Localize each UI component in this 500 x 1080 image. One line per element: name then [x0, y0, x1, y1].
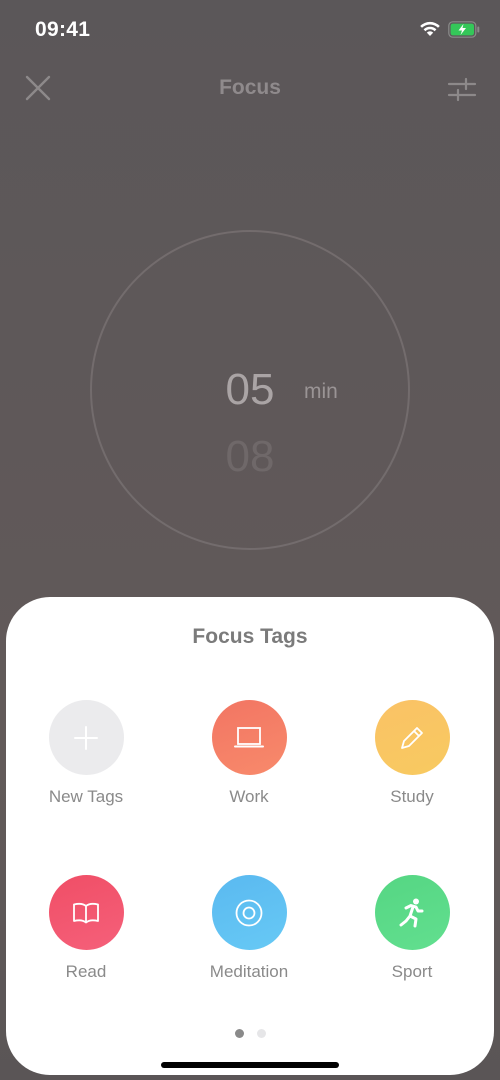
home-indicator[interactable]	[161, 1062, 339, 1068]
tag-new-tags[interactable]: New Tags	[11, 700, 161, 807]
sliders-icon	[447, 77, 477, 102]
tag-circle	[48, 700, 124, 775]
tag-study[interactable]: Study	[337, 700, 487, 807]
nav-bar: Focus	[0, 60, 500, 116]
status-bar: 09:41	[0, 0, 500, 60]
page-dot[interactable]	[256, 1029, 266, 1038]
tag-label: Read	[65, 962, 107, 981]
tag-label: Work	[229, 787, 269, 806]
page-indicator	[6, 1029, 494, 1038]
timer-unit: min	[304, 380, 338, 403]
plus-icon	[74, 725, 98, 750]
tag-label: Study	[390, 787, 434, 806]
tag-label: Sport	[391, 962, 433, 981]
pencil-icon	[401, 726, 423, 749]
page-dot-active[interactable]	[234, 1029, 244, 1038]
wifi-icon	[420, 21, 440, 36]
tag-circle	[374, 700, 450, 775]
laptop-icon	[234, 726, 264, 747]
timer-value[interactable]: 05	[0, 365, 500, 415]
book-icon	[73, 902, 99, 923]
tag-label: Meditation	[209, 962, 289, 981]
target-icon	[235, 899, 263, 926]
tag-circle	[211, 875, 287, 950]
timer-next-minutes: 08	[225, 432, 275, 481]
page-title: Focus	[219, 76, 281, 99]
battery-charging-icon	[448, 21, 480, 38]
tag-circle	[48, 875, 124, 950]
focus-tags-sheet: Focus Tags New Tags Work Study Read Medi…	[6, 597, 494, 1075]
tag-label: New Tags	[48, 787, 124, 806]
tag-sport[interactable]: Sport	[337, 875, 487, 982]
timer-minutes: 05	[225, 365, 275, 414]
tag-circle	[211, 700, 287, 775]
tag-circle	[374, 875, 450, 950]
tag-work[interactable]: Work	[174, 700, 324, 807]
sheet-title: Focus Tags	[192, 625, 308, 648]
settings-button[interactable]	[447, 75, 477, 103]
tag-read[interactable]: Read	[11, 875, 161, 982]
tag-meditation[interactable]: Meditation	[174, 875, 324, 982]
status-time: 09:41	[35, 18, 91, 41]
timer-next-value[interactable]: 08	[0, 432, 500, 482]
running-icon	[399, 898, 424, 927]
